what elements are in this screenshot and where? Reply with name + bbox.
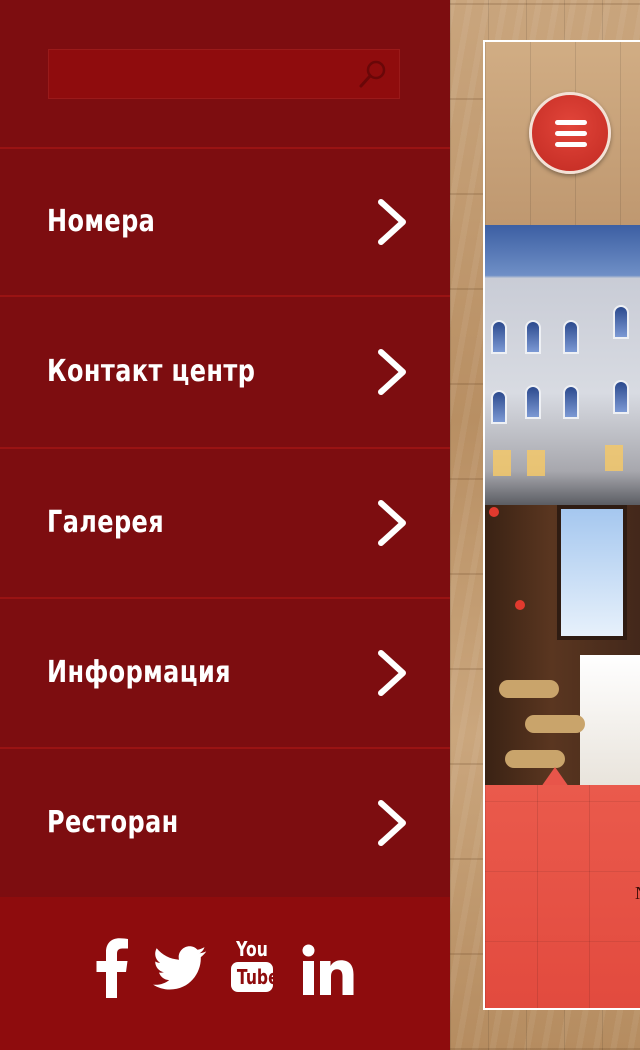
hamburger-line (555, 120, 587, 125)
nav-item-information[interactable]: Информация (0, 599, 450, 749)
nav-item-label: Информация (47, 655, 231, 690)
preview-red-section: N (485, 785, 640, 1008)
youtube-icon[interactable]: You Tube (230, 937, 279, 994)
nav-item-label: Галерея (47, 505, 165, 540)
nav-item-label: Контакт центр (47, 354, 256, 389)
search-bar (48, 49, 400, 99)
youtube-tube-box: Tube (231, 962, 279, 992)
chevron-right-icon (378, 199, 406, 245)
hamburger-menu-button[interactable] (529, 92, 611, 174)
youtube-you-text: You (236, 937, 268, 961)
chevron-right-icon (378, 800, 406, 846)
preview-header (485, 42, 640, 225)
nav-item-rooms[interactable]: Номера (0, 149, 450, 297)
preview-partial-text: N (635, 883, 640, 904)
twitter-icon[interactable] (153, 946, 207, 1008)
app-preview-panel: N (483, 40, 640, 1010)
search-input[interactable] (49, 50, 349, 98)
hamburger-line (555, 142, 587, 147)
chevron-right-icon (378, 650, 406, 696)
navigation-drawer: Номера Контакт центр Галерея Информация … (0, 0, 450, 1050)
chevron-right-icon (378, 500, 406, 546)
social-links-bar (0, 897, 450, 1050)
nav-item-label: Номера (47, 204, 156, 239)
restaurant-interior-photo (485, 505, 640, 785)
hamburger-line (555, 131, 587, 136)
chevron-right-icon (378, 349, 406, 395)
youtube-tube-text: Tube (236, 965, 279, 989)
nav-item-gallery[interactable]: Галерея (0, 449, 450, 599)
caret-up-icon (541, 767, 569, 787)
search-icon[interactable] (357, 58, 389, 90)
hotel-building-photo (485, 225, 640, 505)
nav-item-contact-center[interactable]: Контакт центр (0, 297, 450, 449)
facebook-icon[interactable] (95, 938, 129, 1000)
nav-menu: Номера Контакт центр Галерея Информация … (0, 147, 450, 897)
nav-item-restaurant[interactable]: Ресторан (0, 749, 450, 897)
nav-item-label: Ресторан (47, 805, 179, 840)
linkedin-icon[interactable] (302, 944, 354, 996)
